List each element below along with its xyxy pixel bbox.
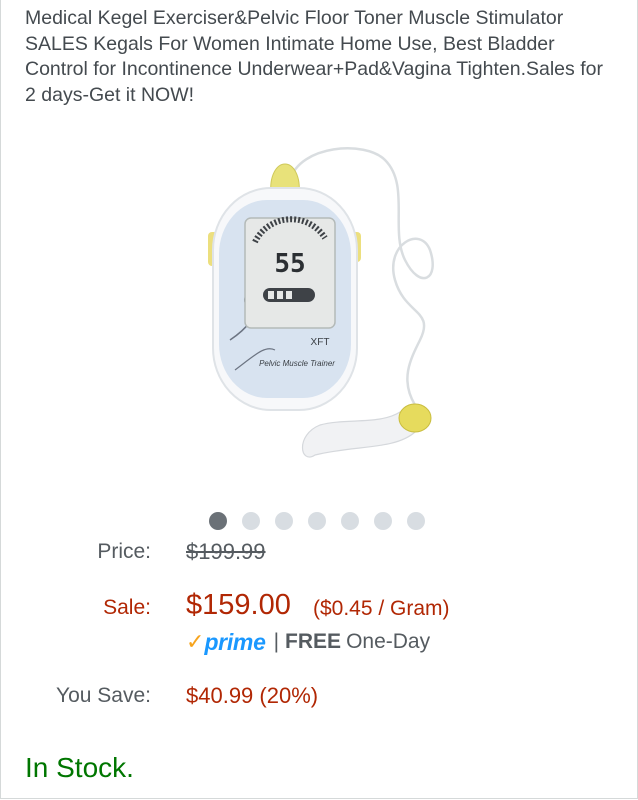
free-label: FREE	[285, 630, 342, 653]
brand-logo: XFT	[311, 337, 330, 348]
carousel-dot[interactable]	[209, 512, 227, 530]
prime-check-icon: ✓	[186, 629, 205, 654]
prime-logo[interactable]: prime	[204, 629, 265, 656]
list-price: $199.99	[186, 539, 266, 564]
availability-status: In Stock.	[25, 752, 134, 783]
device-script: Pelvic Muscle Trainer	[259, 359, 335, 368]
prime-shipping: ✓ prime | FREE One-Day	[186, 628, 430, 656]
product-title: Medical Kegel Exerciser&Pelvic Floor Ton…	[25, 7, 603, 106]
unit-price: ($0.45 / Gram)	[313, 597, 450, 620]
kegel-device-image: 55 XFT Pelvic Muscle Trainer	[208, 147, 434, 458]
sale-price: $159.00	[186, 589, 291, 621]
carousel-dot[interactable]	[374, 512, 392, 530]
carousel-dot[interactable]	[341, 512, 359, 530]
carousel-dot[interactable]	[242, 512, 260, 530]
lcd-reading: 55	[274, 249, 305, 279]
sale-label: Sale:	[103, 596, 151, 619]
carousel-dot[interactable]	[308, 512, 326, 530]
you-save-label: You Save:	[56, 684, 151, 707]
carousel-dot[interactable]	[275, 512, 293, 530]
shipping-speed: One-Day	[346, 630, 431, 653]
image-carousel-dots[interactable]	[209, 512, 425, 530]
you-save-value: $40.99 (20%)	[186, 683, 319, 708]
separator: |	[273, 630, 280, 653]
product-image[interactable]: 55 XFT Pelvic Muscle Trainer	[205, 140, 470, 475]
price-label: Price:	[97, 540, 151, 563]
carousel-dot[interactable]	[407, 512, 425, 530]
